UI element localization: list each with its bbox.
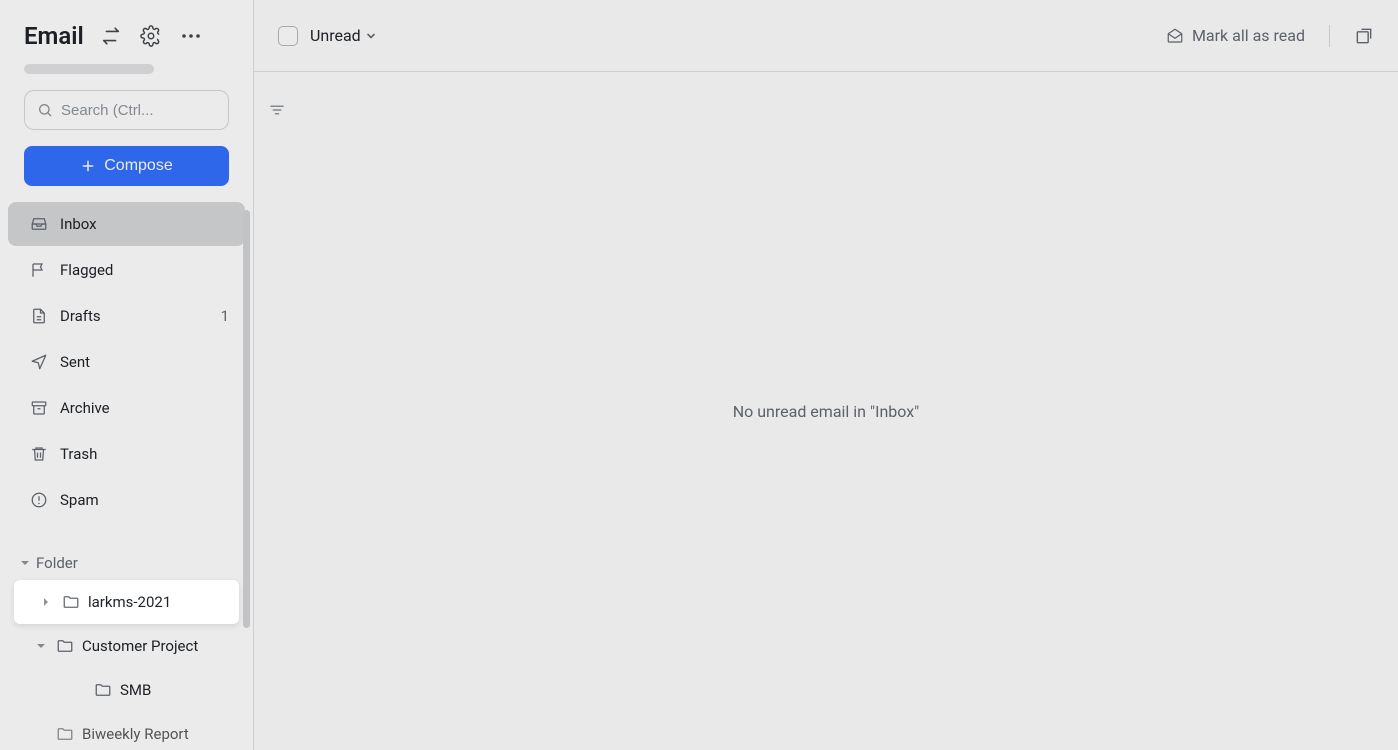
folder-icon <box>56 637 74 655</box>
folder-smb[interactable]: SMB <box>8 668 245 712</box>
drafts-count: 1 <box>221 307 229 325</box>
search-box[interactable] <box>24 90 229 130</box>
app-title: Email <box>24 22 84 50</box>
folder-icon <box>56 725 74 743</box>
alert-icon <box>30 491 48 509</box>
folder-icon <box>62 593 80 611</box>
nav-inbox[interactable]: Inbox <box>8 202 245 246</box>
topbar: Unread Mark all as read <box>254 0 1398 72</box>
folder-biweekly-report[interactable]: Biweekly Report <box>8 712 245 750</box>
folder-customer-project[interactable]: Customer Project <box>8 624 245 668</box>
nav-label: Trash <box>60 445 97 463</box>
folder-label: larkms-2021 <box>88 593 171 611</box>
mark-all-read-label: Mark all as read <box>1192 26 1305 45</box>
nav-drafts[interactable]: Drafts 1 <box>8 294 245 338</box>
compose-button[interactable]: Compose <box>24 146 229 186</box>
nav-label: Archive <box>60 399 110 417</box>
folder-section-label: Folder <box>36 554 78 572</box>
nav-spam[interactable]: Spam <box>8 478 245 522</box>
chevron-down-icon <box>20 558 30 568</box>
nav-flagged[interactable]: Flagged <box>8 248 245 292</box>
mark-all-read-button[interactable]: Mark all as read <box>1166 26 1305 45</box>
nav-label: Inbox <box>60 215 97 233</box>
plus-icon <box>80 158 96 174</box>
gear-icon[interactable] <box>138 23 164 49</box>
nav-label: Drafts <box>60 307 101 325</box>
send-icon <box>30 353 48 371</box>
folder-label: SMB <box>120 681 151 699</box>
search-icon <box>37 102 53 118</box>
folder-section-header[interactable]: Folder <box>8 524 245 580</box>
open-external-icon[interactable] <box>1354 26 1374 46</box>
chevron-right-icon <box>42 597 54 607</box>
chevron-down-icon <box>365 30 377 42</box>
sidebar-header: Email <box>0 0 253 58</box>
trash-icon <box>30 445 48 463</box>
folder-label: Customer Project <box>82 637 198 655</box>
nav-label: Spam <box>60 491 99 509</box>
swap-icon[interactable] <box>98 23 124 49</box>
divider <box>1329 25 1330 47</box>
nav-sent[interactable]: Sent <box>8 340 245 384</box>
folder-label: Biweekly Report <box>82 725 189 743</box>
nav-label: Flagged <box>60 261 113 279</box>
empty-text: No unread email in "Inbox" <box>733 402 920 421</box>
flag-icon <box>30 261 48 279</box>
envelope-open-icon <box>1166 27 1184 45</box>
filter-label-text: Unread <box>310 26 361 45</box>
nav-label: Sent <box>60 353 90 371</box>
filter-icon[interactable] <box>268 101 286 119</box>
nav-archive[interactable]: Archive <box>8 386 245 430</box>
more-icon[interactable] <box>178 23 204 49</box>
folder-icon <box>94 681 112 699</box>
sidebar: Email <box>0 0 254 750</box>
scrollbar-thumb[interactable] <box>243 210 250 628</box>
nav-trash[interactable]: Trash <box>8 432 245 476</box>
archive-icon <box>30 399 48 417</box>
compose-label: Compose <box>104 157 172 175</box>
main: Unread Mark all as read No unrea <box>254 0 1398 750</box>
chevron-down-icon <box>36 642 48 650</box>
inbox-icon <box>30 215 48 233</box>
filter-dropdown[interactable]: Unread <box>310 26 377 45</box>
select-all-checkbox[interactable] <box>278 26 298 46</box>
loading-placeholder <box>24 64 154 74</box>
search-input[interactable] <box>61 102 260 119</box>
empty-state: No unread email in "Inbox" <box>254 72 1398 750</box>
folder-larkms-2021[interactable]: larkms-2021 <box>14 580 239 624</box>
file-icon <box>30 307 48 325</box>
